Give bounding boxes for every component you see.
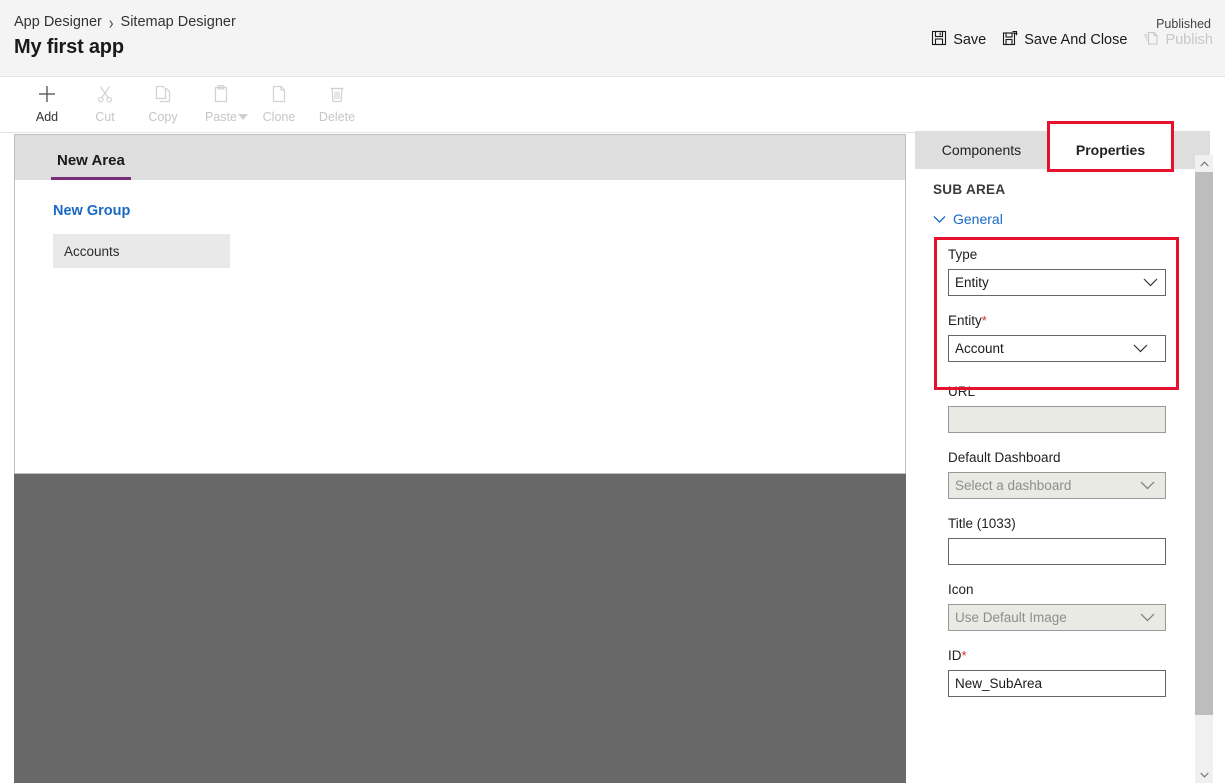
breadcrumb-separator-icon: › — [108, 12, 114, 32]
save-button-label: Save — [953, 31, 987, 48]
general-section-toggle[interactable]: General — [933, 211, 1195, 227]
save-and-close-icon — [1002, 30, 1019, 50]
field-label-id: ID* — [948, 648, 1166, 663]
field-label-title: Title (1033) — [948, 516, 1016, 531]
tab-properties[interactable]: Properties — [1048, 131, 1173, 169]
field-label-entity: Entity* — [948, 313, 1166, 328]
plus-icon — [36, 83, 58, 105]
app-header: App Designer › Sitemap Designer My first… — [0, 0, 1225, 77]
page-title: My first app — [14, 36, 124, 58]
area-body: New Group Accounts — [15, 180, 905, 268]
type-dropdown-value: Entity — [955, 275, 989, 290]
header-actions: Save Save And Close Publish — [931, 30, 1213, 50]
field-type: Type Entity — [948, 247, 1166, 296]
clone-button-label: Clone — [262, 110, 296, 124]
subarea-item-accounts[interactable]: Accounts — [53, 234, 230, 268]
clone-button[interactable]: Clone — [250, 77, 308, 129]
scroll-down-button[interactable] — [1195, 766, 1213, 783]
scrollbar-thumb[interactable] — [1195, 172, 1213, 715]
sitemap-canvas: New Area New Group Accounts — [14, 134, 906, 474]
chevron-down-icon — [1140, 610, 1155, 625]
type-dropdown[interactable]: Entity — [948, 269, 1166, 296]
chevron-down-icon — [1133, 341, 1148, 356]
group-title-new-group[interactable]: New Group — [53, 203, 130, 219]
field-label-icon: Icon — [948, 582, 974, 597]
chevron-up-icon — [1199, 160, 1209, 166]
field-url: URL — [948, 384, 1166, 433]
publish-status-label: Published — [1156, 17, 1211, 31]
field-icon: Icon Use Default Image — [948, 582, 1166, 631]
chevron-down-icon — [1143, 275, 1158, 290]
add-button[interactable]: Add — [18, 77, 76, 129]
section-heading-sub-area: SUB AREA — [933, 182, 1006, 197]
field-label-id-text: ID — [948, 648, 962, 663]
breadcrumb: App Designer › Sitemap Designer — [14, 12, 236, 32]
save-and-close-button-label: Save And Close — [1024, 31, 1128, 48]
field-default-dashboard: Default Dashboard Select a dashboard — [948, 450, 1166, 499]
save-and-close-button[interactable]: Save And Close — [1002, 30, 1127, 50]
default-dashboard-dropdown[interactable]: Select a dashboard — [948, 472, 1166, 499]
panel-body: SUB AREA General Type Entity Entity* Acc… — [915, 169, 1195, 783]
icon-dropdown-value: Use Default Image — [955, 610, 1067, 625]
url-input[interactable] — [948, 406, 1166, 433]
add-button-label: Add — [35, 110, 59, 124]
cut-button-label: Cut — [95, 110, 115, 124]
trash-icon — [326, 83, 348, 105]
clipboard-icon — [210, 83, 232, 105]
canvas-overlay — [14, 474, 906, 783]
field-label-url: URL — [948, 384, 976, 399]
breadcrumb-item-sitemap-designer[interactable]: Sitemap Designer — [121, 14, 236, 30]
copy-icon — [152, 83, 174, 105]
copy-button-label: Copy — [148, 110, 178, 124]
cut-button[interactable]: Cut — [76, 77, 134, 129]
field-label-type: Type — [948, 247, 978, 262]
save-button[interactable]: Save — [931, 30, 986, 50]
id-input[interactable]: New_SubArea — [948, 670, 1166, 697]
page-icon — [268, 83, 290, 105]
general-section-label: General — [953, 211, 1003, 227]
publish-button-label: Publish — [1165, 31, 1213, 48]
paste-button[interactable]: Paste — [192, 77, 250, 129]
area-tab-new-area[interactable]: New Area — [51, 152, 131, 180]
scissors-icon — [94, 83, 116, 105]
field-label-default-dashboard: Default Dashboard — [948, 450, 1061, 465]
chevron-down-icon — [1199, 772, 1209, 778]
required-indicator: * — [961, 648, 967, 663]
field-label-entity-text: Entity — [948, 313, 982, 328]
icon-dropdown[interactable]: Use Default Image — [948, 604, 1166, 631]
publish-button[interactable]: Publish — [1143, 30, 1213, 50]
tab-components[interactable]: Components — [915, 131, 1048, 169]
save-icon — [931, 30, 947, 50]
field-title: Title (1033) — [948, 516, 1166, 565]
area-tabstrip: New Area — [15, 135, 905, 180]
chevron-down-icon — [933, 211, 946, 227]
properties-panel: Components Properties SUB AREA General T… — [915, 131, 1225, 783]
chevron-down-icon — [1140, 478, 1155, 493]
command-bar: Add Cut Copy Paste Clone Delete — [0, 77, 1225, 133]
field-id: ID* New_SubArea — [948, 648, 1166, 697]
scroll-up-button[interactable] — [1195, 155, 1213, 172]
delete-button-label: Delete — [318, 110, 356, 124]
required-indicator: * — [981, 313, 987, 328]
title-input[interactable] — [948, 538, 1166, 565]
default-dashboard-placeholder: Select a dashboard — [955, 478, 1072, 493]
id-input-value: New_SubArea — [955, 676, 1043, 691]
field-entity: Entity* Account — [948, 313, 1166, 362]
copy-button[interactable]: Copy — [134, 77, 192, 129]
chevron-down-icon[interactable] — [238, 114, 248, 120]
paste-button-label: Paste — [205, 110, 237, 124]
breadcrumb-item-app-designer[interactable]: App Designer — [14, 14, 102, 30]
panel-tabstrip: Components Properties — [915, 131, 1210, 169]
entity-dropdown[interactable]: Account — [948, 335, 1166, 362]
publish-icon — [1143, 30, 1159, 50]
delete-button[interactable]: Delete — [308, 77, 366, 129]
panel-scrollbar[interactable] — [1195, 155, 1213, 783]
